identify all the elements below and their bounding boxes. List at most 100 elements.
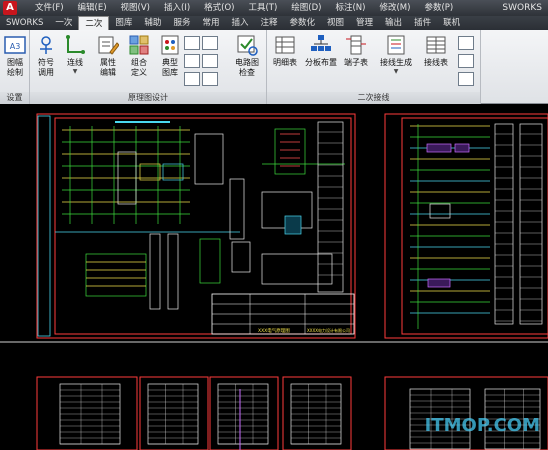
combo-define-icon bbox=[128, 34, 150, 56]
tab-10[interactable]: 视图 bbox=[321, 16, 350, 30]
tab-11[interactable]: 管理 bbox=[350, 16, 379, 30]
tab-4[interactable]: 辅助 bbox=[138, 16, 167, 30]
ribbon-group-wiring: 明细表 分板布置 端子表 接线生成 ▼ 接线表 二次接线 bbox=[267, 30, 481, 104]
tab-6[interactable]: 常用 bbox=[196, 16, 225, 30]
ribbon-group-label: 设置 bbox=[0, 92, 29, 104]
component-box bbox=[261, 253, 333, 285]
table-symbol-icon[interactable] bbox=[202, 54, 218, 68]
typical-library-button[interactable]: 典型 图库 bbox=[156, 34, 184, 78]
menu-item-4[interactable]: 格式(O) bbox=[197, 0, 241, 16]
tab-1[interactable]: 一次 bbox=[49, 16, 78, 30]
tab-0[interactable]: SWORKS bbox=[0, 16, 49, 30]
tab-3[interactable]: 图库 bbox=[109, 16, 138, 30]
detail-table-button[interactable]: 明细表 bbox=[271, 34, 299, 68]
sheet-margin-1 bbox=[37, 115, 51, 337]
sheet-frame-1 bbox=[36, 113, 356, 339]
component-grid-icon[interactable] bbox=[184, 36, 200, 50]
tab-14[interactable]: 联机 bbox=[437, 16, 466, 30]
coil-symbol-icon[interactable] bbox=[202, 72, 218, 86]
ribbon-panel: A3 图幅 绘制 设置 符号 调用 连线 ▼ 属性 编辑 组合 定义 典型 图库… bbox=[0, 30, 548, 104]
menu-item-6[interactable]: 绘图(D) bbox=[284, 0, 328, 16]
menu-item-8[interactable]: 修改(M) bbox=[372, 0, 417, 16]
window-title: SWORKS bbox=[502, 3, 542, 13]
attr-edit-button[interactable]: 属性 编辑 bbox=[94, 34, 122, 78]
component-box bbox=[426, 143, 452, 153]
component-box bbox=[317, 121, 344, 293]
svg-text:A3: A3 bbox=[10, 42, 21, 51]
ribbon-tab-bar: SWORKS 一次 二次 图库 辅助 服务 常用 插入 注释 参数化 视图 管理 输出 插件 联机 bbox=[0, 16, 548, 30]
menu-item-0[interactable]: 文件(F) bbox=[28, 0, 71, 16]
title-block-name: XXX电气原理图 bbox=[258, 327, 290, 334]
tab-2[interactable]: 二次 bbox=[78, 16, 110, 30]
component-box bbox=[427, 278, 451, 288]
tab-8[interactable]: 注释 bbox=[254, 16, 283, 30]
terminal-table-button[interactable]: 端子表 bbox=[341, 34, 371, 68]
circuit-schematic-2 bbox=[410, 123, 543, 329]
watermark: ITMOP.COM bbox=[424, 415, 540, 436]
wiring-generate-icon bbox=[385, 34, 407, 56]
menu-item-9[interactable]: 参数(P) bbox=[417, 0, 460, 16]
component-box bbox=[494, 123, 514, 325]
circuit-schematic-1 bbox=[55, 121, 345, 310]
tab-9[interactable]: 参数化 bbox=[284, 16, 322, 30]
menu-item-2[interactable]: 视图(V) bbox=[114, 0, 157, 16]
drawing-canvas[interactable]: XXX电气原理图 XXXX电力设计有限公司 ITMOP.COM bbox=[0, 104, 548, 450]
component-box bbox=[454, 143, 470, 153]
component-box bbox=[149, 233, 161, 310]
tab-12[interactable]: 输出 bbox=[379, 16, 408, 30]
chevron-down-icon[interactable]: ▼ bbox=[377, 68, 415, 75]
sheet-inner-frame-1 bbox=[54, 117, 352, 335]
print-icon[interactable] bbox=[458, 54, 474, 68]
menu-item-1[interactable]: 编辑(E) bbox=[71, 0, 114, 16]
detail-table-icon bbox=[274, 34, 296, 56]
frame-draw-button[interactable]: A3 图幅 绘制 bbox=[2, 34, 28, 78]
symbol-call-button[interactable]: 符号 调用 bbox=[32, 34, 60, 78]
sheet-inner-frame-2 bbox=[401, 117, 548, 335]
component-box bbox=[167, 233, 179, 310]
menu-item-5[interactable]: 工具(T) bbox=[241, 0, 284, 16]
tab-7[interactable]: 插入 bbox=[225, 16, 254, 30]
menu-bar: A 文件(F) 编辑(E) 视图(V) 插入(I) 格式(O) 工具(T) 绘图(D) 标注(… bbox=[0, 0, 548, 16]
title-block-company: XXXX电力设计有限公司 bbox=[307, 327, 350, 333]
switch-symbol-icon[interactable] bbox=[202, 36, 218, 50]
component-box bbox=[231, 241, 251, 273]
component-box bbox=[194, 133, 224, 185]
circuit-check-button[interactable]: 电路图 检查 bbox=[230, 34, 264, 78]
menu-item-3[interactable]: 插入(I) bbox=[157, 0, 197, 16]
attribute-edit-icon bbox=[97, 34, 120, 56]
board-layout-icon bbox=[310, 34, 332, 56]
component-box bbox=[519, 123, 543, 325]
settings-icon[interactable] bbox=[458, 72, 474, 86]
component-box bbox=[429, 203, 451, 219]
export-icon[interactable] bbox=[458, 36, 474, 50]
contact-symbol-icon[interactable] bbox=[184, 72, 200, 86]
symbol-icon bbox=[35, 34, 57, 56]
frame-a3-icon: A3 bbox=[4, 34, 26, 56]
circuit-check-icon bbox=[236, 34, 258, 56]
ribbon-group-label: 原理图设计 bbox=[30, 92, 266, 104]
wire-icon bbox=[64, 34, 86, 56]
typical-library-icon bbox=[159, 34, 181, 56]
component-box bbox=[139, 163, 161, 181]
component-box bbox=[85, 253, 147, 297]
menu-item-7[interactable]: 标注(N) bbox=[328, 0, 372, 16]
cad-drawing[interactable]: XXX电气原理图 XXXX电力设计有限公司 bbox=[0, 104, 548, 450]
tab-13[interactable]: 插件 bbox=[408, 16, 437, 30]
ribbon-group-schematic: 符号 调用 连线 ▼ 属性 编辑 组合 定义 典型 图库 电路图 检查 原理图设… bbox=[30, 30, 267, 104]
sheet-frame-3 bbox=[36, 376, 138, 450]
board-layout-button[interactable]: 分板布置 bbox=[303, 34, 339, 68]
terminal-table-icon bbox=[345, 34, 367, 56]
tab-5[interactable]: 服务 bbox=[167, 16, 196, 30]
relay-symbol-icon[interactable] bbox=[184, 54, 200, 68]
ribbon-group-label: 二次接线 bbox=[267, 92, 480, 104]
component-box bbox=[199, 238, 221, 284]
wiring-generate-button[interactable]: 接线生成 ▼ bbox=[377, 34, 415, 75]
menu-items: 文件(F) 编辑(E) 视图(V) 插入(I) 格式(O) 工具(T) 绘图(D) 标注(N)… bbox=[28, 0, 460, 16]
component-box bbox=[229, 178, 245, 240]
wire-button[interactable]: 连线 ▼ bbox=[63, 34, 87, 75]
combo-define-button[interactable]: 组合 定义 bbox=[125, 34, 153, 78]
component-box bbox=[284, 215, 302, 235]
app-logo-icon[interactable]: A bbox=[3, 1, 17, 15]
chevron-down-icon[interactable]: ▼ bbox=[63, 68, 87, 75]
wiring-table-button[interactable]: 接线表 bbox=[421, 34, 451, 68]
